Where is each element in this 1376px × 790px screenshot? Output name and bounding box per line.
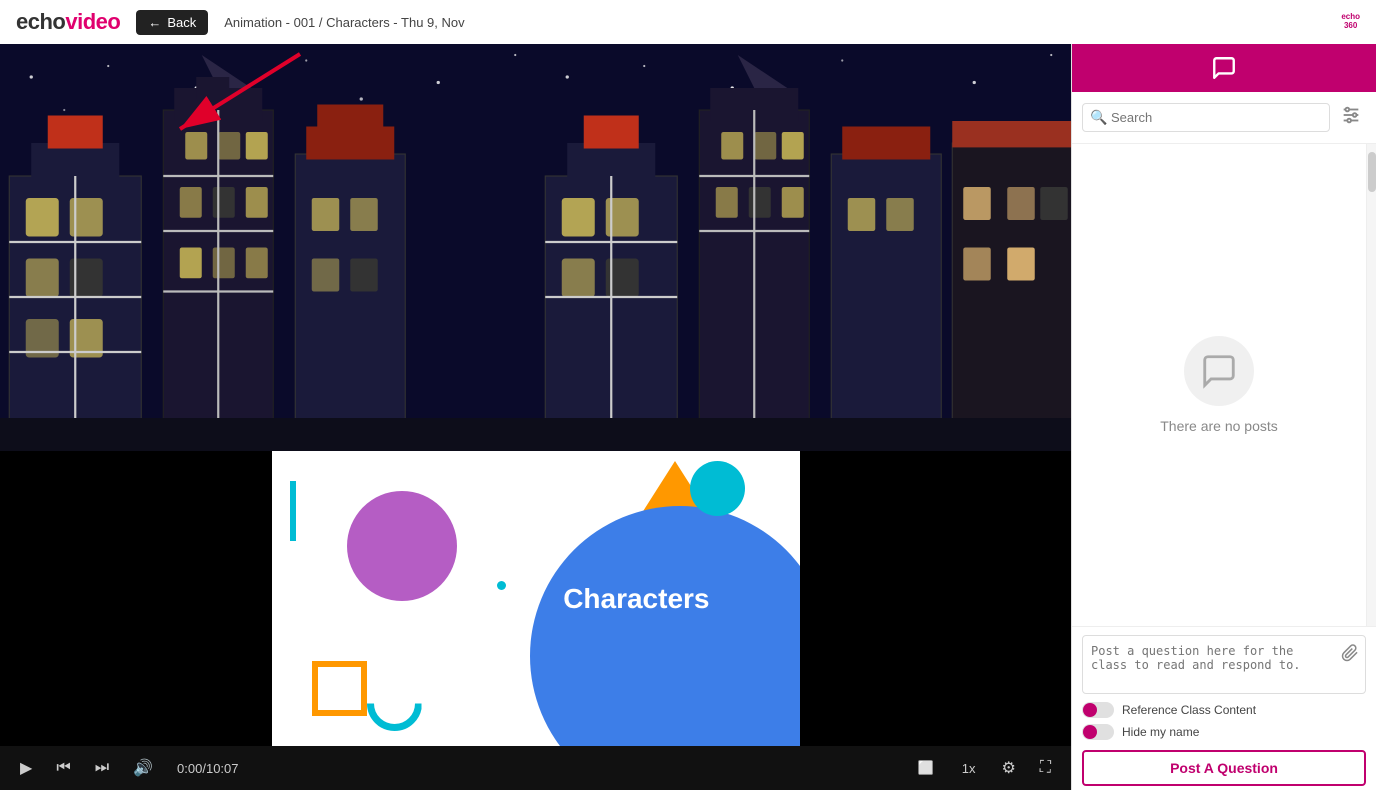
reference-class-content-label: Reference Class Content: [1122, 703, 1256, 717]
reference-toggle-knob: [1083, 703, 1097, 717]
teal-dot-shape: [497, 581, 506, 590]
video-thumb-left-img: [0, 44, 536, 451]
teal-circle-shape: [690, 461, 745, 516]
chat-icon: [1211, 55, 1237, 81]
no-posts-text: There are no posts: [1160, 418, 1278, 434]
speed-button[interactable]: 1x: [956, 757, 982, 780]
main-content: Characters ▶ ⏮ ⏭ 🔊 0:00/10:07 ⬜: [0, 44, 1376, 790]
volume-icon: 🔊: [133, 758, 153, 778]
slide-area: Characters: [0, 451, 1071, 746]
volume-button[interactable]: 🔊: [129, 754, 157, 782]
no-posts-icon: [1184, 336, 1254, 406]
screen-icon: ⬜: [918, 760, 934, 775]
post-question-button[interactable]: Post A Question: [1082, 750, 1366, 786]
sidebar-tab-bar: [1072, 44, 1376, 92]
logo: echovideo: [16, 9, 120, 35]
teal-line-shape: [290, 481, 296, 541]
no-posts-speech-icon: [1200, 352, 1238, 390]
reference-class-content-option: Reference Class Content: [1082, 702, 1366, 718]
attach-button[interactable]: [1341, 644, 1359, 667]
chat-tab-button[interactable]: [1211, 55, 1237, 81]
hide-name-option: Hide my name: [1082, 724, 1366, 740]
play-button[interactable]: ▶: [16, 754, 36, 782]
purple-circle-shape: [347, 491, 457, 601]
filter-button[interactable]: [1336, 100, 1366, 135]
slide-title: Characters: [563, 583, 709, 615]
scrollbar-thumb: [1368, 152, 1376, 192]
video-thumb-left: [0, 44, 536, 451]
forward-button[interactable]: ⏭: [91, 755, 113, 781]
rewind-button[interactable]: ⏮: [52, 755, 74, 781]
logo-video: video: [65, 9, 120, 35]
fullscreen-button[interactable]: ⛶: [1036, 755, 1055, 781]
hide-name-toggle-knob: [1083, 725, 1097, 739]
speed-label: 1x: [962, 761, 976, 776]
scrollbar-track[interactable]: [1366, 144, 1376, 626]
teal-arc-shape: [367, 676, 422, 731]
settings-icon: ⚙: [1001, 758, 1015, 778]
sidebar: 🔍: [1071, 44, 1376, 790]
forward-icon: ⏭: [95, 759, 109, 777]
posts-scroll-container: There are no posts: [1072, 144, 1376, 626]
screen-mode-button[interactable]: ⬜: [912, 756, 940, 780]
hide-name-label: Hide my name: [1122, 725, 1199, 739]
sidebar-search-bar: 🔍: [1072, 92, 1376, 144]
settings-button[interactable]: ⚙: [997, 754, 1019, 782]
fullscreen-icon: ⛶: [1040, 759, 1051, 777]
back-label: Back: [167, 15, 196, 30]
search-wrap: 🔍: [1082, 103, 1330, 132]
video-thumb-right: [536, 44, 1072, 451]
time-display: 0:00/10:07: [177, 761, 238, 776]
attach-icon: [1341, 644, 1359, 662]
reference-toggle[interactable]: [1082, 702, 1114, 718]
back-button[interactable]: ← Back: [136, 10, 208, 35]
slide-panel: Characters: [272, 451, 800, 746]
back-arrow-icon: ←: [148, 15, 161, 30]
controls-bar: ▶ ⏮ ⏭ 🔊 0:00/10:07 ⬜ 1x ⚙ ⛶: [0, 746, 1071, 790]
posts-content: There are no posts: [1072, 144, 1366, 626]
rewind-icon: ⏮: [56, 759, 70, 777]
orange-rect-shape: [312, 661, 367, 716]
play-icon: ▶: [20, 758, 32, 778]
blue-circle-shape: [530, 506, 800, 746]
filter-icon: [1340, 104, 1362, 126]
logo-echo: echo: [16, 9, 65, 35]
video-area: Characters ▶ ⏮ ⏭ 🔊 0:00/10:07 ⬜: [0, 44, 1071, 790]
echo360-logo: echo 360: [1341, 13, 1360, 31]
search-input[interactable]: [1082, 103, 1330, 132]
post-textarea-wrap: [1082, 635, 1366, 694]
video-thumbnails: [0, 44, 1071, 451]
video-thumb-right-img: [536, 44, 1072, 451]
hide-name-toggle[interactable]: [1082, 724, 1114, 740]
post-input-area: Reference Class Content Hide my name Pos…: [1072, 626, 1376, 790]
header: echovideo ← Back Animation - 001 / Chara…: [0, 0, 1376, 44]
breadcrumb: Animation - 001 / Characters - Thu 9, No…: [224, 15, 464, 30]
post-textarea[interactable]: [1083, 636, 1365, 688]
